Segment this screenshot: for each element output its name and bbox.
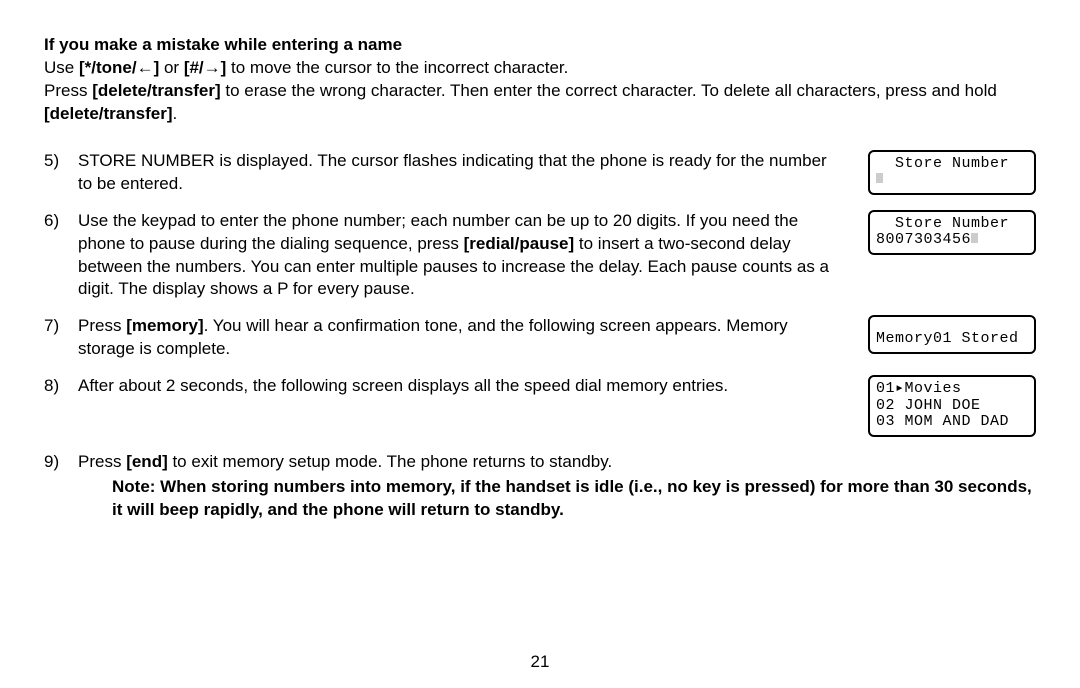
manual-page: If you make a mistake while entering a n… xyxy=(0,0,1080,688)
lcd-line1: Store Number xyxy=(876,156,1028,173)
step-8: 8) After about 2 seconds, the following … xyxy=(44,375,1036,437)
lcd-line2: 02 JOHN DOE xyxy=(876,398,1028,415)
intro-line2: Press [delete/transfer] to erase the wro… xyxy=(44,80,1036,126)
step-body: After about 2 seconds, the following scr… xyxy=(78,375,848,398)
intro-section: If you make a mistake while entering a n… xyxy=(44,34,1036,126)
step-6: 6) Use the keypad to enter the phone num… xyxy=(44,210,1036,302)
key-delete-transfer: [delete/transfer] xyxy=(44,104,172,123)
text: Press xyxy=(78,316,126,335)
text: to move the cursor to the incorrect char… xyxy=(226,58,568,77)
cursor-icon xyxy=(971,233,978,243)
page-number: 21 xyxy=(0,651,1080,674)
step-7: 7) Press [memory]. You will hear a confi… xyxy=(44,315,1036,361)
text: . xyxy=(172,104,177,123)
lcd-screen-memory-stored: Memory01 Stored xyxy=(868,315,1036,354)
lcd-line1: Memory01 Stored xyxy=(876,331,1028,348)
step-number: 8) xyxy=(44,375,78,398)
lcd-screen-store-number-empty: Store Number xyxy=(868,150,1036,195)
step-number: 9) xyxy=(44,451,78,474)
key-star-tone-left: [*/tone/←] xyxy=(79,58,159,77)
text: Press xyxy=(44,81,92,100)
note: Note: When storing numbers into memory, … xyxy=(44,476,1036,522)
step-9: 9) Press [end] to exit memory setup mode… xyxy=(44,451,1036,474)
lcd-line2 xyxy=(876,172,1028,189)
step-number: 6) xyxy=(44,210,78,233)
intro-line1: Use [*/tone/←] or [#/→] to move the curs… xyxy=(44,57,1036,80)
lcd-screen-store-number-filled: Store Number 8007303456 xyxy=(868,210,1036,255)
key-delete-transfer: [delete/transfer] xyxy=(92,81,220,100)
lcd-line3: 03 MOM AND DAD xyxy=(876,414,1028,431)
lcd-line2: 8007303456 xyxy=(876,232,1028,249)
step-number: 7) xyxy=(44,315,78,338)
text: or xyxy=(159,58,184,77)
key-redial-pause: [redial/pause] xyxy=(464,234,575,253)
text: Use xyxy=(44,58,79,77)
step-5: 5) STORE NUMBER is displayed. The cursor… xyxy=(44,150,1036,196)
step-list: 5) STORE NUMBER is displayed. The cursor… xyxy=(44,150,1036,474)
key-hash-right: [#/→] xyxy=(184,58,227,77)
text: Press xyxy=(78,452,126,471)
intro-heading: If you make a mistake while entering a n… xyxy=(44,35,402,54)
step-body: Press [memory]. You will hear a confirma… xyxy=(78,315,848,361)
lcd-line1: Store Number xyxy=(876,216,1028,233)
key-end: [end] xyxy=(126,452,168,471)
note-text: Note: When storing numbers into memory, … xyxy=(112,477,1032,519)
lcd-screen-memory-list: 01▸Movies 02 JOHN DOE 03 MOM AND DAD xyxy=(868,375,1036,437)
step-body: Use the keypad to enter the phone number… xyxy=(78,210,848,302)
step-body: Press [end] to exit memory setup mode. T… xyxy=(78,451,1036,474)
step-body: STORE NUMBER is displayed. The cursor fl… xyxy=(78,150,848,196)
lcd-line1: 01▸Movies xyxy=(876,381,1028,398)
step-number: 5) xyxy=(44,150,78,173)
cursor-icon xyxy=(876,173,883,183)
text: to erase the wrong character. Then enter… xyxy=(221,81,997,100)
key-memory: [memory] xyxy=(126,316,203,335)
text: to exit memory setup mode. The phone ret… xyxy=(168,452,612,471)
